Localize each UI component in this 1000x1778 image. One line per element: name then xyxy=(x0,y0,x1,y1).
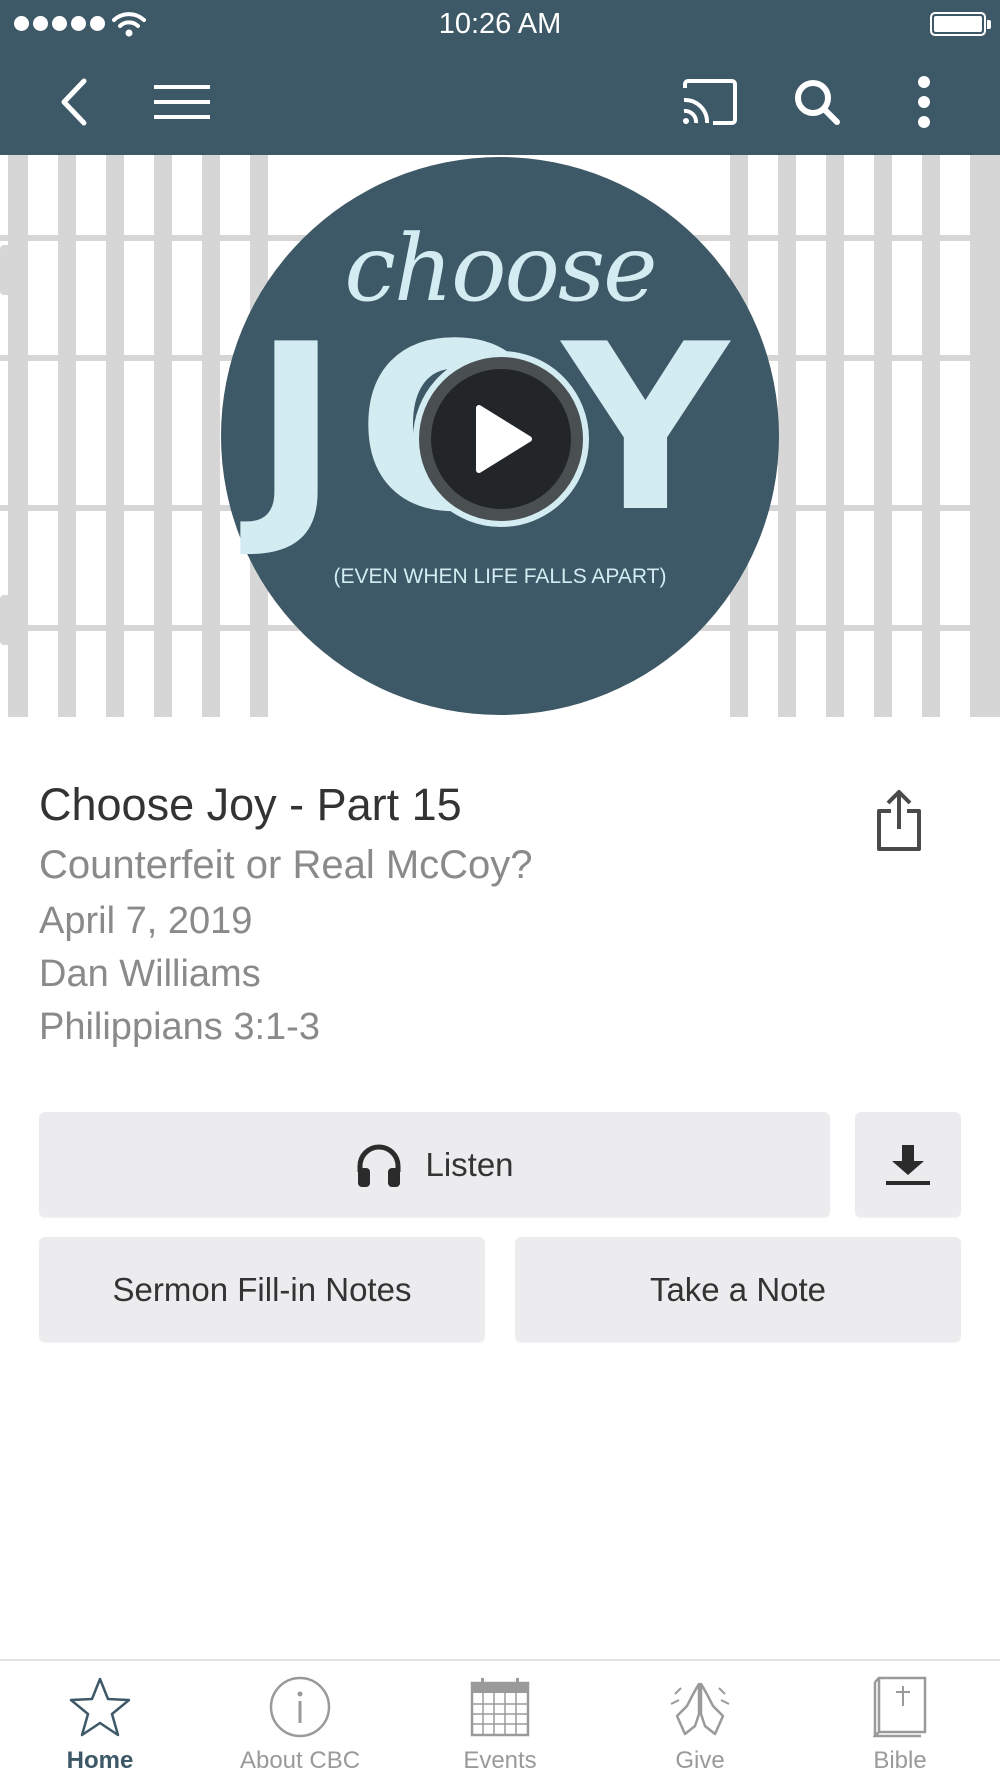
sermon-artwork: choose JOY (EVEN WHEN LIFE FALLS APART) xyxy=(0,155,1000,717)
tab-label: About CBC xyxy=(239,1747,361,1774)
sermon-date: April 7, 2019 xyxy=(39,900,253,942)
tab-bible[interactable]: Bible xyxy=(800,1661,1000,1778)
back-button[interactable] xyxy=(42,70,106,134)
tab-label: Events xyxy=(463,1747,537,1774)
download-button[interactable] xyxy=(855,1112,961,1217)
sermon-fill-in-notes-button[interactable]: Sermon Fill-in Notes xyxy=(39,1237,485,1342)
cast-icon xyxy=(682,79,737,125)
more-options-button[interactable] xyxy=(892,70,956,134)
tab-about-cbc[interactable]: About CBC xyxy=(200,1661,400,1778)
tab-label: Bible xyxy=(873,1747,927,1774)
chevron-left-icon xyxy=(61,78,87,126)
tab-label: Give xyxy=(675,1747,725,1774)
take-a-note-button[interactable]: Take a Note xyxy=(515,1237,961,1342)
sermon-info: Choose Joy - Part 15 Counterfeit or Real… xyxy=(39,775,839,1054)
cast-button[interactable] xyxy=(678,70,742,134)
tab-events[interactable]: Events xyxy=(400,1661,600,1778)
battery-icon xyxy=(930,12,991,36)
sermon-speaker: Dan Williams xyxy=(39,953,261,995)
search-icon xyxy=(795,80,840,125)
tab-home[interactable]: Home xyxy=(0,1661,200,1778)
share-button[interactable] xyxy=(864,786,934,856)
play-button[interactable] xyxy=(413,351,589,527)
status-bar: 10:26 AM xyxy=(0,0,1000,50)
sermon-scripture: Philippians 3:1-3 xyxy=(39,1006,320,1048)
sermon-subtitle: Counterfeit or Real McCoy? xyxy=(39,843,533,887)
share-icon xyxy=(877,790,921,851)
take-a-note-label: Take a Note xyxy=(649,1270,827,1308)
sermon-title: Choose Joy - Part 15 xyxy=(39,779,462,830)
search-button[interactable] xyxy=(785,70,849,134)
fill-in-notes-label: Sermon Fill-in Notes xyxy=(112,1270,412,1308)
hamburger-menu-icon xyxy=(154,85,210,119)
play-icon xyxy=(476,405,532,473)
info-icon xyxy=(269,1676,331,1738)
tab-bar: Home About CBC Events Give Bible xyxy=(0,1659,1000,1778)
more-vertical-icon xyxy=(918,76,930,128)
bible-icon xyxy=(873,1676,927,1738)
calendar-icon xyxy=(470,1678,530,1737)
tab-give[interactable]: Give xyxy=(600,1661,800,1778)
listen-button[interactable]: Listen xyxy=(39,1112,830,1217)
logo-tagline: (EVEN WHEN LIFE FALLS APART) xyxy=(333,565,667,588)
status-time: 10:26 AM xyxy=(438,8,562,40)
headphones-icon xyxy=(357,1144,401,1187)
listen-label: Listen xyxy=(425,1145,514,1183)
tab-label: Home xyxy=(66,1747,134,1774)
menu-button[interactable] xyxy=(150,70,214,134)
download-icon xyxy=(886,1144,930,1185)
star-icon xyxy=(69,1677,131,1737)
app-header: 10:26 AM xyxy=(0,0,1000,155)
praying-hands-icon xyxy=(670,1682,730,1736)
